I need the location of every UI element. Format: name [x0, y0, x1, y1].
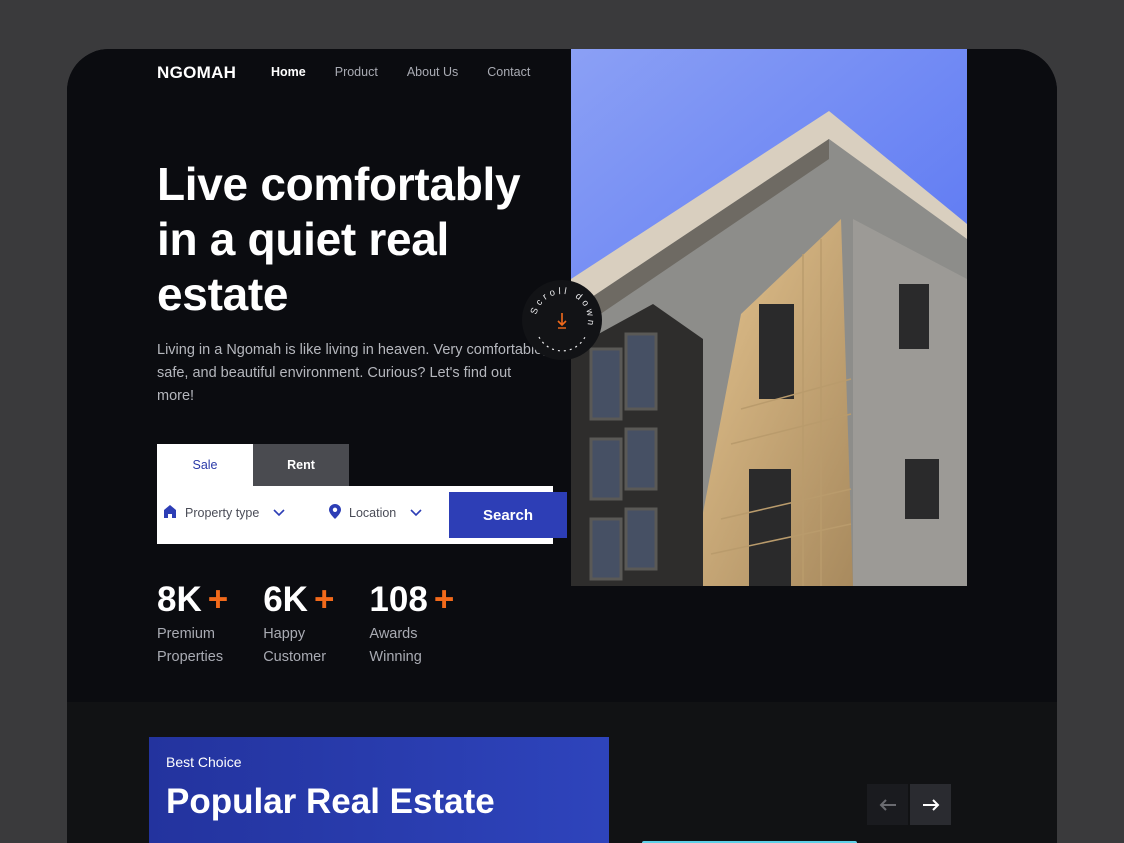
- stat-plus: +: [313, 580, 335, 619]
- hero-headline: Live comfortably in a quiet real estate: [157, 157, 557, 322]
- stat-label-line: Winning: [369, 649, 422, 665]
- best-choice-label: Best Choice: [166, 754, 242, 770]
- tab-rent[interactable]: Rent: [253, 444, 349, 486]
- nav-product[interactable]: Product: [335, 65, 378, 79]
- hero-description: Living in a Ngomah is like living in hea…: [157, 342, 547, 404]
- tab-sale[interactable]: Sale: [157, 444, 253, 486]
- scroll-down-badge[interactable]: Scroll down: [521, 279, 603, 361]
- location-label: Location: [349, 506, 397, 520]
- nav-about-us[interactable]: About Us: [407, 65, 458, 79]
- arrow-left-icon: [879, 798, 896, 811]
- stat-value: 6K: [263, 580, 308, 619]
- carousel-next-button[interactable]: [910, 784, 951, 825]
- stat-label-line: Happy: [263, 626, 306, 642]
- headline-line-3: estate: [157, 268, 289, 320]
- stat-premium-properties: 8K + Premium Properties: [157, 579, 228, 669]
- location-select[interactable]: Location: [329, 504, 422, 522]
- location-pin-icon: [329, 504, 341, 522]
- popular-header-card: Best Choice Popular Real Estate: [149, 737, 609, 843]
- stat-awards-winning: 108 + Awards Winning: [369, 579, 454, 669]
- headline-line-2: in a quiet real: [157, 213, 450, 265]
- stat-value: 108: [369, 580, 428, 619]
- arrow-right-icon: [922, 798, 939, 811]
- stat-plus: +: [433, 580, 455, 619]
- logo[interactable]: NGOMAH: [157, 63, 236, 83]
- stat-label-line: Customer: [263, 649, 327, 665]
- stat-value: 8K: [157, 580, 202, 619]
- hero-building-image: [571, 49, 967, 586]
- nav-home[interactable]: Home: [271, 65, 306, 79]
- headline-line-1: Live comfortably: [157, 158, 521, 210]
- stat-label-line: Premium: [157, 626, 216, 642]
- search-button[interactable]: Search: [449, 492, 567, 538]
- search-tabs: Sale Rent: [157, 444, 349, 486]
- stat-label-line: Awards: [369, 626, 418, 642]
- stat-happy-customer: 6K + Happy Customer: [263, 579, 334, 669]
- chevron-down-icon: [273, 506, 285, 520]
- property-type-label: Property type: [185, 506, 260, 520]
- chevron-down-icon: [410, 506, 422, 520]
- carousel-prev-button[interactable]: [867, 784, 908, 825]
- stats-row: 8K + Premium Properties 6K + Happy Customer …: [157, 579, 454, 669]
- stat-label-line: Properties: [157, 649, 224, 665]
- popular-title: Popular Real Estate: [166, 782, 495, 821]
- hero-section: NGOMAH Home Product About Us Contact Liv…: [67, 49, 1057, 702]
- page-frame: NGOMAH Home Product About Us Contact Liv…: [67, 49, 1057, 843]
- stat-plus: +: [207, 580, 229, 619]
- popular-section: Best Choice Popular Real Estate: [67, 702, 1057, 843]
- nav-contact[interactable]: Contact: [487, 65, 530, 79]
- home-icon: [163, 504, 177, 522]
- property-type-select[interactable]: Property type: [163, 504, 285, 522]
- main-nav: Home Product About Us Contact: [271, 65, 530, 79]
